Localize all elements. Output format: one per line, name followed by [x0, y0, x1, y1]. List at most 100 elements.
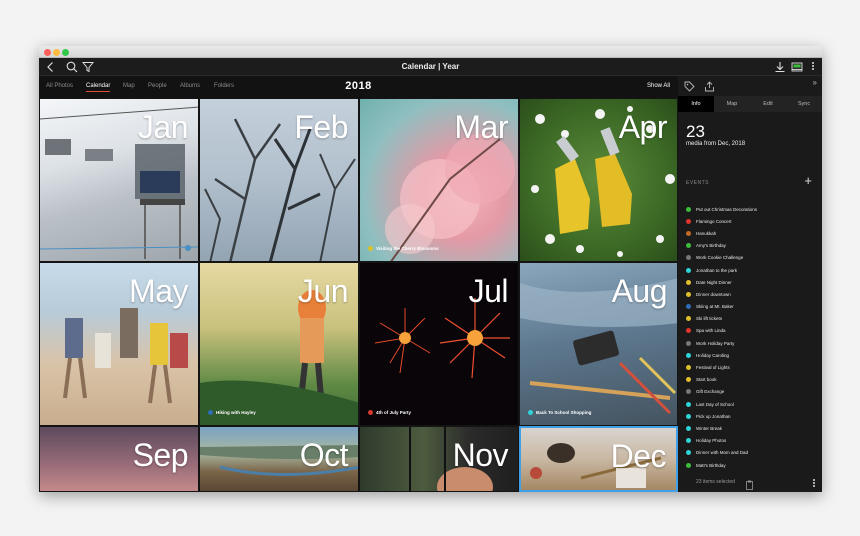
- month-tile-sep[interactable]: Sep: [39, 426, 199, 492]
- list-item[interactable]: Gift Exchange: [686, 386, 816, 398]
- event-label: Date Night Dinner: [696, 279, 732, 285]
- month-event-label[interactable]: 4th of July Party: [368, 410, 411, 415]
- view-navigation: All Photos Calendar Map People Albums Fo…: [39, 76, 678, 98]
- kebab-icon[interactable]: [811, 62, 815, 72]
- sidebar-toolbar: »: [678, 76, 822, 92]
- tab-edit[interactable]: Edit: [750, 96, 786, 112]
- list-item[interactable]: Skiing at Mt. Baker: [686, 301, 816, 313]
- month-event-label[interactable]: Hiking with Hayley: [208, 410, 256, 415]
- list-item[interactable]: Festival of Lights: [686, 361, 816, 373]
- media-count-caption: media from Dec, 2018: [686, 141, 746, 147]
- event-label: Dinner with Mom and Dad: [696, 450, 749, 456]
- event-color-dot: [686, 279, 691, 285]
- list-item[interactable]: Dinner downtown: [686, 288, 816, 300]
- media-count: 23: [686, 122, 705, 141]
- event-label: Holiday Caroling: [696, 352, 730, 358]
- window-title: Calendar | Year: [401, 62, 460, 71]
- month-event-label[interactable]: Back To School Shopping: [528, 410, 591, 415]
- event-color-dot: [686, 218, 691, 224]
- year-title: 2018: [345, 80, 372, 92]
- events-heading: EVENTS: [686, 180, 710, 186]
- clipboard-icon[interactable]: [745, 477, 754, 492]
- event-color-dot: [686, 438, 691, 444]
- event-color-dot: [686, 389, 691, 395]
- month-tile-may[interactable]: May: [39, 262, 199, 426]
- close-window-button[interactable]: [44, 49, 51, 56]
- month-tile-jan[interactable]: Jan: [39, 98, 199, 262]
- month-tile-dec[interactable]: Dec: [519, 426, 678, 492]
- collapse-sidebar-icon[interactable]: »: [813, 78, 817, 87]
- selection-count: 23 items selected: [696, 479, 735, 485]
- list-item[interactable]: Matt's Birthday: [686, 459, 816, 471]
- list-item[interactable]: Work Cookie Challenge: [686, 252, 816, 264]
- event-label: Holiday Photos: [696, 438, 727, 444]
- list-item[interactable]: Pick up Jonathan: [686, 410, 816, 422]
- month-tile-jul[interactable]: Jul 4th of July Party: [359, 262, 519, 426]
- event-color-dot: [686, 401, 691, 407]
- list-item[interactable]: Last Day of School: [686, 398, 816, 410]
- month-tile-aug[interactable]: Aug Back To School Shopping: [519, 262, 678, 426]
- tab-sync[interactable]: Sync: [786, 96, 822, 112]
- show-all-button[interactable]: Show All: [647, 83, 670, 89]
- event-color-dot: [686, 462, 691, 468]
- event-color-dot: [368, 246, 373, 251]
- event-color-dot: [686, 316, 691, 322]
- event-label: Work Cookie Challenge: [696, 255, 744, 261]
- month-label: Aug: [611, 273, 668, 309]
- tab-map[interactable]: Map: [714, 96, 750, 112]
- month-label: Jun: [297, 273, 349, 309]
- event-color-dot: [686, 243, 691, 249]
- list-item[interactable]: Spa with Linda: [686, 325, 816, 337]
- event-title: Hiking with Hayley: [216, 410, 256, 415]
- month-tile-jun[interactable]: Jun Hiking with Hayley: [199, 262, 359, 426]
- event-label: Festival of Lights: [696, 365, 730, 371]
- event-title: Visiting the Cherry Blossoms: [376, 246, 439, 251]
- month-tile-nov[interactable]: Nov: [359, 426, 519, 492]
- list-item[interactable]: Put out Christmas Decorations: [686, 203, 816, 215]
- list-item[interactable]: Amy's Birthday: [686, 240, 816, 252]
- list-item[interactable]: Winter Break: [686, 422, 816, 434]
- tab-info[interactable]: Info: [678, 96, 714, 112]
- month-tile-mar[interactable]: Mar Visiting the Cherry Blossoms: [359, 98, 519, 262]
- list-item[interactable]: Ski lift tickets: [686, 313, 816, 325]
- month-label: Oct: [299, 437, 349, 473]
- event-label: Matt's Birthday: [696, 462, 726, 468]
- event-color-dot: [686, 365, 691, 371]
- event-label: Spa with Linda: [696, 328, 726, 334]
- info-sidebar: » Info Map Edit Sync 23 media from Dec, …: [678, 76, 822, 492]
- month-event-label[interactable]: Visiting the Cherry Blossoms: [368, 246, 439, 251]
- event-color-dot: [686, 425, 691, 431]
- month-tile-apr[interactable]: Apr: [519, 98, 678, 262]
- list-item[interactable]: Holiday Caroling: [686, 349, 816, 361]
- minimize-window-button[interactable]: [53, 49, 60, 56]
- event-label: Put out Christmas Decorations: [696, 206, 758, 212]
- list-item[interactable]: Start book: [686, 374, 816, 386]
- list-item[interactable]: Work Holiday Party: [686, 337, 816, 349]
- month-tile-feb[interactable]: Feb: [199, 98, 359, 262]
- add-event-button[interactable]: +: [804, 174, 812, 187]
- list-item[interactable]: Hanukkah: [686, 227, 816, 239]
- tag-icon[interactable]: [684, 79, 695, 97]
- event-label: Pick up Jonathan: [696, 413, 731, 419]
- sidebar-footer: 23 items selected: [678, 474, 822, 492]
- event-label: Winter Break: [696, 425, 723, 431]
- month-label: Dec: [610, 438, 667, 474]
- list-item[interactable]: Date Night Dinner: [686, 276, 816, 288]
- list-item[interactable]: Holiday Photos: [686, 435, 816, 447]
- month-label: Mar: [454, 109, 508, 145]
- list-item[interactable]: Flamingo Concert: [686, 215, 816, 227]
- share-icon[interactable]: [704, 79, 715, 97]
- upload-tray-icon[interactable]: [790, 60, 804, 74]
- download-icon[interactable]: [773, 60, 787, 74]
- list-item[interactable]: Dinner with Mom and Dad: [686, 447, 816, 459]
- window-titlebar: [39, 46, 822, 58]
- kebab-icon[interactable]: [812, 479, 816, 489]
- event-title: 4th of July Party: [376, 410, 412, 415]
- list-item[interactable]: Jonathan to the park: [686, 264, 816, 276]
- event-label: Ski lift tickets: [696, 316, 723, 322]
- month-tile-oct[interactable]: Oct: [199, 426, 359, 492]
- month-label: Apr: [618, 109, 668, 145]
- event-title: Back To School Shopping: [536, 410, 592, 415]
- month-label: May: [129, 273, 188, 309]
- zoom-window-button[interactable]: [62, 49, 69, 56]
